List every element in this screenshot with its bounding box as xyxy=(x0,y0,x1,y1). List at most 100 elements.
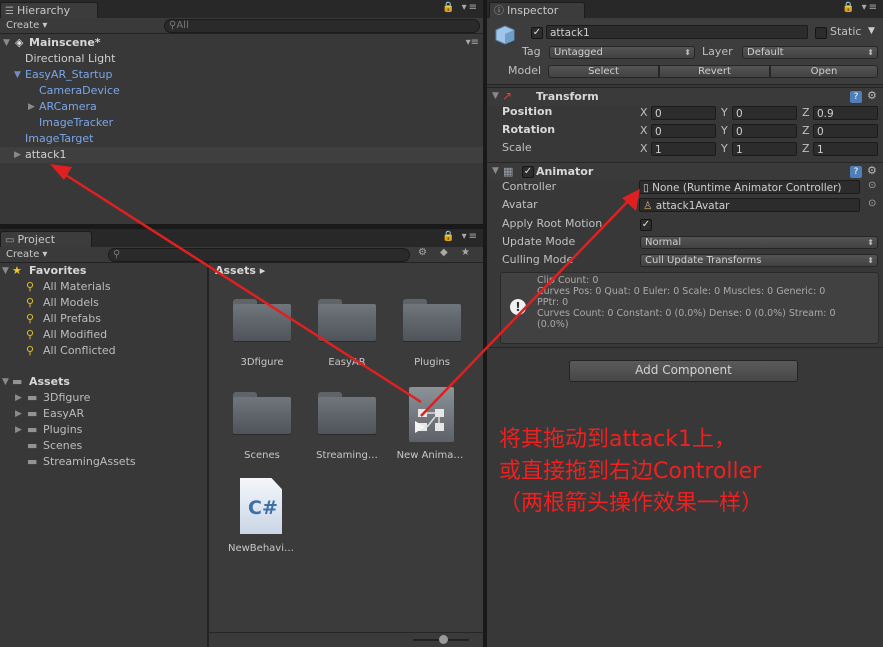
expand-arrow-icon[interactable]: ▼ xyxy=(492,166,499,176)
layer-dropdown[interactable]: Default ⬍ xyxy=(742,46,878,59)
folder-item[interactable]: ▶ ▬ 3Dfigure xyxy=(0,390,207,406)
filter-label-icon[interactable]: ◆ xyxy=(440,247,448,258)
asset-label[interactable]: 3Dfigure xyxy=(222,357,302,368)
favorite-item[interactable]: ⚲ All Modified xyxy=(0,327,207,343)
rotation-z-field[interactable]: 0 xyxy=(813,124,878,138)
scene-row[interactable]: ▼ ◈ Mainscene* ▾≡ xyxy=(0,35,483,51)
assets-header[interactable]: ▼ ▬ Assets xyxy=(0,374,207,390)
object-picker-icon[interactable]: ⊙ xyxy=(868,198,876,209)
component-title: Transform xyxy=(536,90,599,103)
component-divider xyxy=(487,347,883,348)
asset-label[interactable]: Scenes xyxy=(222,450,302,461)
rotation-y-field[interactable]: 0 xyxy=(732,124,797,138)
asset-label[interactable]: Plugins xyxy=(392,357,472,368)
culling-mode-label: Culling Mode xyxy=(502,253,574,266)
folder-item[interactable]: ▬ StreamingAssets xyxy=(0,454,207,470)
favorite-item[interactable]: ⚲ All Materials xyxy=(0,279,207,295)
create-dropdown[interactable]: Create ▾ xyxy=(2,248,51,261)
update-mode-dropdown[interactable]: Normal ⬍ xyxy=(640,236,878,249)
tab-inspector[interactable]: ⓘ Inspector xyxy=(489,2,585,19)
add-component-button[interactable]: Add Component xyxy=(569,360,798,382)
folder-icon[interactable] xyxy=(233,295,291,341)
scale-x-field[interactable]: 1 xyxy=(651,142,716,156)
help-icon[interactable]: ? xyxy=(850,166,862,178)
animator-controller-icon[interactable] xyxy=(409,387,454,442)
panel-menu-icon[interactable]: 🔒 ▾≡ xyxy=(842,2,879,13)
model-open-button[interactable]: Open xyxy=(770,65,878,78)
search-favorite-icon: ⚲ xyxy=(26,344,35,357)
tag-dropdown[interactable]: Untagged ⬍ xyxy=(549,46,695,59)
list-item[interactable]: ▼ EasyAR_Startup xyxy=(0,67,483,83)
folder-icon[interactable] xyxy=(233,388,291,434)
list-item[interactable]: ImageTracker xyxy=(0,115,483,131)
object-name-field[interactable]: attack1 xyxy=(546,25,808,39)
position-y-field[interactable]: 0 xyxy=(732,106,797,120)
tab-hierarchy[interactable]: ☰ Hierarchy xyxy=(0,2,98,19)
active-checkbox[interactable]: ✓ xyxy=(531,27,543,39)
folder-icon[interactable] xyxy=(318,388,376,434)
culling-mode-dropdown[interactable]: Cull Update Transforms ⬍ xyxy=(640,254,878,267)
expand-arrow-icon[interactable]: ▼ xyxy=(2,263,9,279)
folder-icon: ▬ xyxy=(12,375,23,388)
controller-field[interactable]: ▯ None (Runtime Animator Controller) xyxy=(639,180,860,194)
filter-type-icon[interactable]: ⚙ xyxy=(418,247,427,258)
folder-icon[interactable] xyxy=(403,295,461,341)
object-picker-icon[interactable]: ⊙ xyxy=(868,180,876,191)
favorite-item[interactable]: ⚲ All Conflicted xyxy=(0,343,207,359)
collapsed-arrow-icon[interactable]: ▶ xyxy=(28,99,35,115)
rotation-x-field[interactable]: 0 xyxy=(651,124,716,138)
gear-icon[interactable]: ⚙ xyxy=(867,164,877,177)
tab-project[interactable]: ▭ Project xyxy=(0,231,92,248)
animator-header[interactable]: ▼ ▦ ✓ Animator ? ⚙ xyxy=(487,162,883,181)
static-dropdown-icon[interactable]: ▼ xyxy=(868,26,875,36)
annotation-line: （两根箭头操作效果一样） xyxy=(499,491,764,516)
asset-label[interactable]: EasyAR xyxy=(307,357,387,368)
help-icon[interactable]: ? xyxy=(850,91,862,103)
create-dropdown[interactable]: Create ▾ xyxy=(2,19,51,32)
list-item[interactable]: CameraDevice xyxy=(0,83,483,99)
scale-label: Scale xyxy=(502,141,532,154)
search-input[interactable]: ⚲All xyxy=(164,19,480,33)
collapsed-arrow-icon[interactable]: ▶ xyxy=(14,147,21,163)
list-item-attack1[interactable]: ▶ attack1 xyxy=(0,147,483,163)
favorite-item[interactable]: ⚲ All Models xyxy=(0,295,207,311)
scale-z-field[interactable]: 1 xyxy=(813,142,878,156)
gear-icon[interactable]: ⚙ xyxy=(867,89,877,102)
folder-item[interactable]: ▶ ▬ Plugins xyxy=(0,422,207,438)
favorite-item[interactable]: ⚲ All Prefabs xyxy=(0,311,207,327)
list-item[interactable]: ▶ ARCamera xyxy=(0,99,483,115)
zoom-slider-thumb[interactable] xyxy=(439,635,448,644)
transform-header[interactable]: ▼ ↗ Transform ? ⚙ xyxy=(487,87,883,106)
csharp-script-icon[interactable]: C# xyxy=(240,478,282,534)
list-item[interactable]: Directional Light xyxy=(0,51,483,67)
avatar-field[interactable]: ♙ attack1Avatar xyxy=(639,198,860,212)
static-checkbox[interactable] xyxy=(815,27,827,39)
favorites-header[interactable]: ▼ ★ Favorites xyxy=(0,263,207,279)
scale-y-field[interactable]: 1 xyxy=(732,142,797,156)
expand-arrow-icon[interactable]: ▼ xyxy=(2,374,9,390)
expand-arrow-icon[interactable]: ▼ xyxy=(14,67,21,83)
panel-menu-icon[interactable]: 🔒 ▾≡ xyxy=(442,2,479,13)
expand-arrow-icon[interactable]: ▼ xyxy=(492,91,499,101)
apply-root-motion-checkbox[interactable]: ✓ xyxy=(640,219,652,231)
folder-item[interactable]: ▬ Scenes xyxy=(0,438,207,454)
zoom-slider[interactable] xyxy=(413,635,469,644)
search-input[interactable]: ⚲ xyxy=(108,248,410,262)
panel-menu-icon[interactable]: 🔒 ▾≡ xyxy=(442,231,479,242)
model-revert-button[interactable]: Revert xyxy=(659,65,770,78)
scene-menu-icon[interactable]: ▾≡ xyxy=(466,35,479,51)
animator-enabled-checkbox[interactable]: ✓ xyxy=(522,166,534,178)
asset-label[interactable]: NewBehavi… xyxy=(221,543,301,554)
list-item[interactable]: ImageTarget xyxy=(0,131,483,147)
search-favorite-icon: ⚲ xyxy=(26,280,35,293)
expand-arrow-icon[interactable]: ▼ xyxy=(3,35,10,51)
position-x-field[interactable]: 0 xyxy=(651,106,716,120)
asset-label[interactable]: New Anima… xyxy=(390,450,470,461)
folder-icon[interactable] xyxy=(318,295,376,341)
breadcrumb[interactable]: Assets ▸ xyxy=(215,264,265,277)
folder-item[interactable]: ▶ ▬ EasyAR xyxy=(0,406,207,422)
model-select-button[interactable]: Select xyxy=(548,65,659,78)
favorite-star-icon[interactable]: ★ xyxy=(461,247,470,258)
asset-label[interactable]: Streaming… xyxy=(307,450,387,461)
position-z-field[interactable]: 0.9 xyxy=(813,106,878,120)
